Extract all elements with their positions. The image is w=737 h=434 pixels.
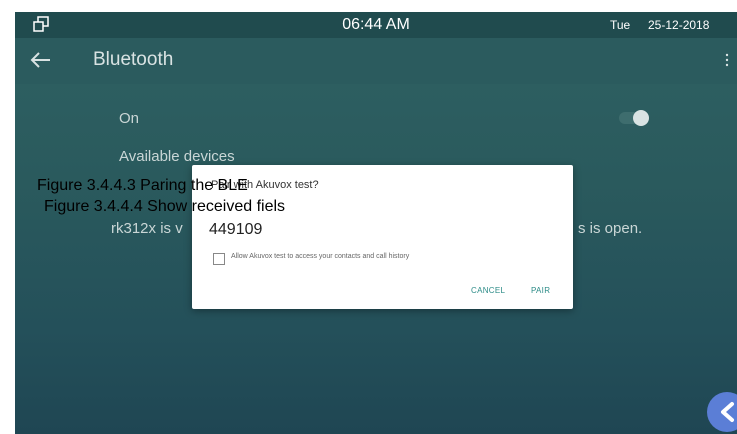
pairing-code: 449109	[209, 221, 263, 238]
pair-dialog: Pair with Akuvox test? 449109 Allow Akuv…	[192, 165, 573, 309]
figure-caption-1: Figure 3.4.4.3 Paring the BLE	[37, 177, 248, 194]
allow-access-checkbox[interactable]	[213, 253, 225, 265]
visibility-text-left: rk312x is v	[111, 220, 183, 237]
status-day: Tue	[610, 18, 631, 32]
allow-access-label: Allow Akuvox test to access your contact…	[231, 253, 410, 260]
page-title: Bluetooth	[93, 49, 174, 70]
toggle-knob	[633, 110, 649, 126]
status-date: 25-12-2018	[648, 18, 710, 32]
bluetooth-toggle[interactable]	[619, 110, 649, 126]
figure-caption-2: Figure 3.4.4.4 Show received fiels	[44, 198, 286, 215]
device-screen: 06:44 AM Tue 25-12-2018 Bluetooth On Ava…	[15, 12, 737, 434]
visibility-text-right: s is open.	[578, 220, 643, 237]
cancel-button[interactable]: CANCEL	[471, 286, 505, 295]
available-devices-header: Available devices	[119, 148, 235, 165]
overflow-menu-icon[interactable]	[725, 53, 729, 67]
status-bar: 06:44 AM Tue 25-12-2018	[15, 12, 737, 38]
chevron-left-icon	[721, 402, 734, 422]
app-bar: Bluetooth	[15, 38, 737, 84]
bluetooth-on-label: On	[119, 110, 140, 127]
pair-button[interactable]: PAIR	[531, 286, 550, 295]
back-arrow-icon[interactable]	[29, 50, 53, 70]
collapse-button[interactable]	[707, 392, 737, 432]
